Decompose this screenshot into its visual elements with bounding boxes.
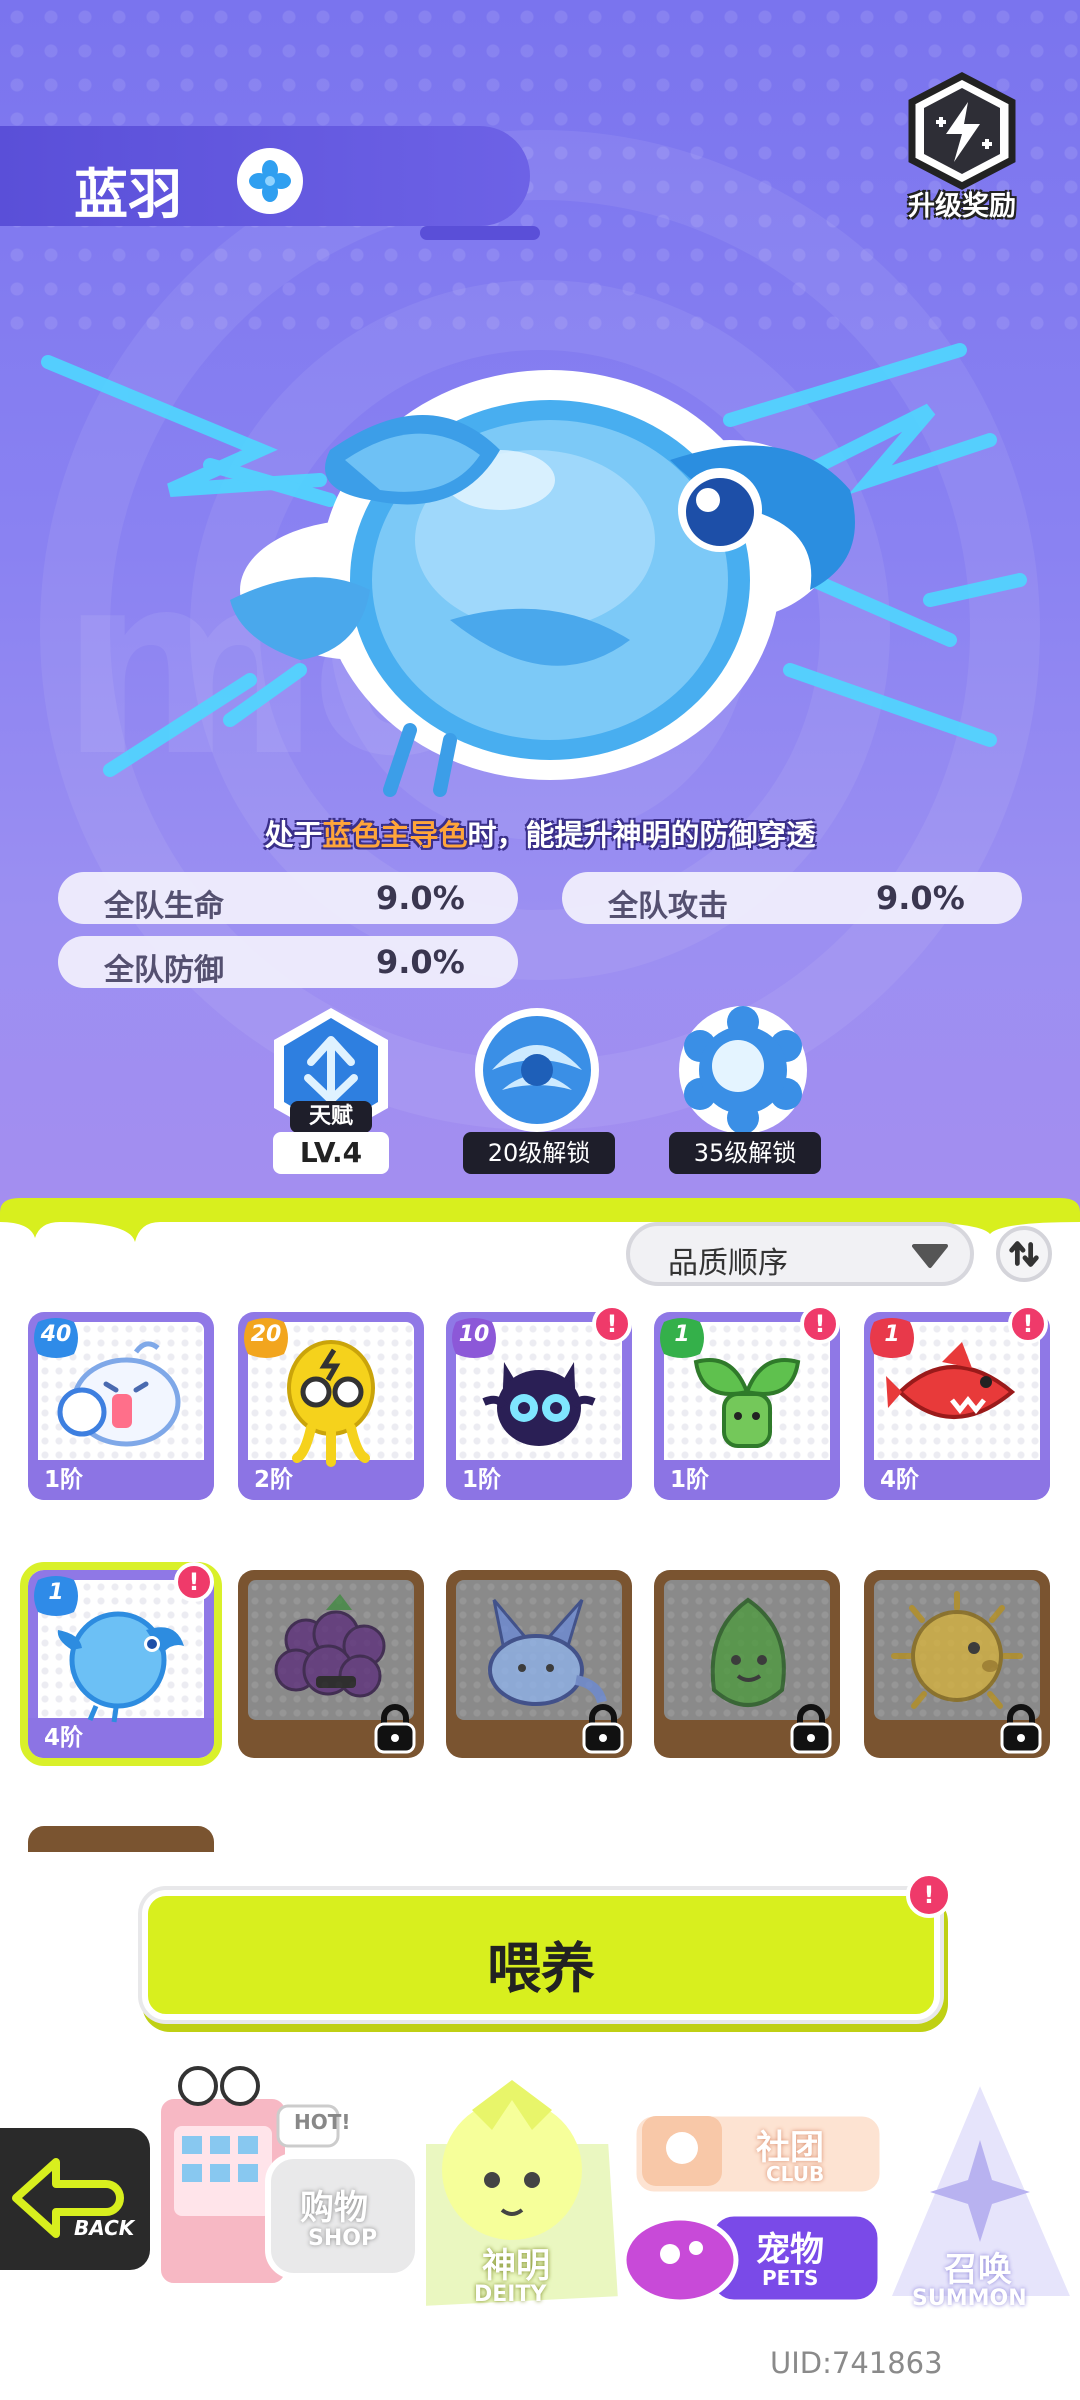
pet-stage: 4阶 [44, 1725, 84, 1751]
passive-highlight: 蓝色主导色 [322, 818, 468, 852]
count-badge [870, 1318, 914, 1358]
back-label: BACK [74, 2216, 135, 2240]
count-badge [34, 1318, 78, 1358]
deity-en-label: DEITY [474, 2282, 547, 2307]
sort-dropdown[interactable]: 品质顺序 [626, 1222, 974, 1286]
pet-card-locked[interactable] [446, 1570, 632, 1758]
talent-level: LV.4 [273, 1132, 389, 1174]
pets-en-label: PETS [762, 2266, 819, 2290]
shop-label: 购物 [300, 2188, 368, 2228]
pet-card[interactable]: 20 2阶 [238, 1312, 424, 1500]
nav-pets[interactable]: 宠物 PETS [610, 2204, 890, 2312]
lock-icon [790, 1704, 832, 1754]
lock-icon [582, 1704, 624, 1754]
pet-stage: 1阶 [670, 1467, 710, 1493]
passive-description: 处于蓝色主导色时，能提升神明的防御穿透 [264, 818, 816, 852]
pet-card-locked[interactable] [28, 1826, 214, 1852]
sort-label: 品质顺序 [668, 1246, 788, 1281]
skill-3-unlock-label: 35级解锁 [669, 1132, 821, 1174]
nav-club[interactable]: 社团 CLUB [628, 2094, 888, 2202]
nav-shop[interactable]: HOT! 购物 SHOP [148, 2056, 428, 2296]
count-badge [34, 1576, 78, 1616]
count-badge [660, 1318, 704, 1358]
feed-button[interactable]: 喂养 [142, 1890, 940, 2020]
lock-icon [1000, 1704, 1042, 1754]
sort-order-icon[interactable] [996, 1226, 1052, 1282]
pet-card-locked[interactable] [864, 1570, 1050, 1758]
user-id: UID:741863 [770, 2346, 943, 2380]
pet-stage: 2阶 [254, 1467, 294, 1493]
pets-label: 宠物 [756, 2230, 824, 2270]
water-element-icon[interactable] [237, 148, 303, 214]
summon-label: 召唤 [944, 2250, 1012, 2290]
deity-label: 神明 [482, 2246, 550, 2286]
pet-stage: 1阶 [44, 1467, 84, 1493]
pet-card-locked[interactable] [238, 1570, 424, 1758]
pet-name: 蓝羽 [74, 163, 182, 226]
new-alert-badge: ! [592, 1304, 632, 1344]
nav-summon[interactable]: 召唤 SUMMON [880, 2070, 1080, 2330]
chevron-down-icon [912, 1244, 948, 1268]
summon-en-label: SUMMON [912, 2286, 1027, 2311]
feed-alert-badge: ! [906, 1872, 952, 1918]
feed-button-label: 喂养 [487, 1937, 595, 2000]
count-badge [452, 1318, 496, 1358]
new-alert-badge: ! [174, 1562, 214, 1602]
stat-team-attack: 全队攻击 9.0% [562, 872, 1022, 924]
skill-2-unlock-label: 20级解锁 [463, 1132, 615, 1174]
pet-card[interactable]: 40 1阶 [28, 1312, 214, 1500]
back-button[interactable]: BACK [0, 2122, 156, 2276]
shop-en-label: SHOP [308, 2226, 378, 2251]
new-alert-badge: ! [800, 1304, 840, 1344]
shop-hot-label: HOT! [294, 2110, 351, 2134]
pet-stage: 1阶 [462, 1467, 502, 1493]
count-badge [244, 1318, 288, 1358]
club-en-label: CLUB [766, 2162, 825, 2186]
levelup-reward-icon [908, 72, 1016, 190]
lock-icon [374, 1704, 416, 1754]
stat-team-defense: 全队防御 9.0% [58, 936, 518, 988]
stat-team-hp: 全队生命 9.0% [58, 872, 518, 924]
talent-tag: 天赋 [290, 1101, 372, 1133]
pets-icon [621, 2211, 883, 2305]
skill-2-icon[interactable] [462, 1000, 612, 1150]
shop-icon [155, 2066, 421, 2289]
skill-3-icon[interactable] [668, 1000, 818, 1150]
nav-deity[interactable]: 神明 DEITY [412, 2070, 632, 2320]
pet-blue-bird-illustration [41, 343, 1027, 797]
new-alert-badge: ! [1008, 1304, 1048, 1344]
pet-card-locked[interactable] [654, 1570, 840, 1758]
pet-stage: 4阶 [880, 1467, 920, 1493]
levelup-reward-label: 升级奖励 [908, 191, 1016, 222]
levelup-reward-button[interactable]: 升级奖励 [894, 72, 1030, 222]
